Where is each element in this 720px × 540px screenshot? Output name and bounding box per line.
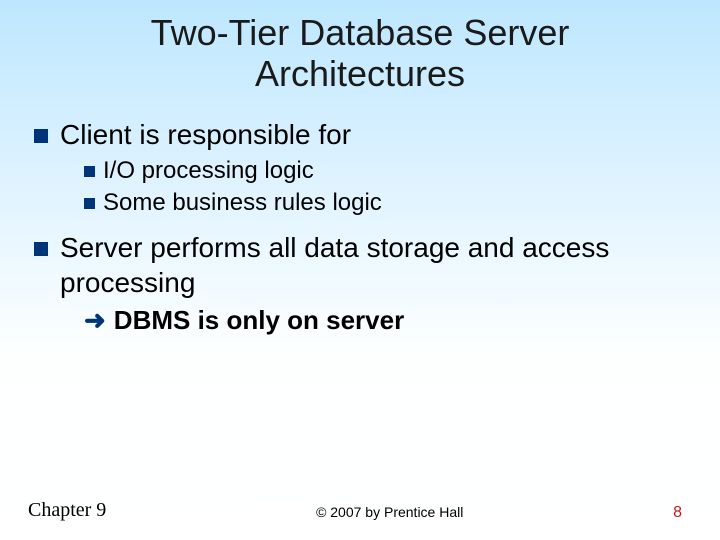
bullet-text: Some business rules logic (103, 188, 382, 218)
slide-footer: Chapter 9 © 2007 by Prentice Hall 8 (0, 499, 720, 522)
conclusion-line: ➜ DBMS is only on server (84, 304, 692, 337)
bullet-level1: Server performs all data storage and acc… (34, 230, 692, 300)
copyright-text: © 2007 by Prentice Hall (316, 504, 463, 520)
bullet-text: Server performs all data storage and acc… (60, 230, 692, 300)
square-bullet-icon (84, 166, 95, 177)
square-bullet-icon (34, 242, 48, 256)
bullet-level1: Client is responsible for (34, 117, 692, 152)
spacer (28, 220, 692, 230)
square-bullet-icon (34, 129, 48, 143)
slide: Two-Tier Database Server Architectures C… (0, 0, 720, 540)
slide-title: Two-Tier Database Server Architectures (60, 12, 660, 95)
chapter-label: Chapter 9 (28, 499, 106, 522)
page-number: 8 (673, 504, 682, 522)
bullet-level2: Some business rules logic (84, 188, 692, 218)
bullet-level2: I/O processing logic (84, 156, 692, 186)
arrow-right-icon: ➜ (84, 304, 106, 337)
conclusion-text: DBMS is only on server (114, 304, 404, 337)
bullet-text: Client is responsible for (60, 117, 351, 152)
square-bullet-icon (84, 198, 95, 209)
bullet-text: I/O processing logic (103, 156, 314, 186)
